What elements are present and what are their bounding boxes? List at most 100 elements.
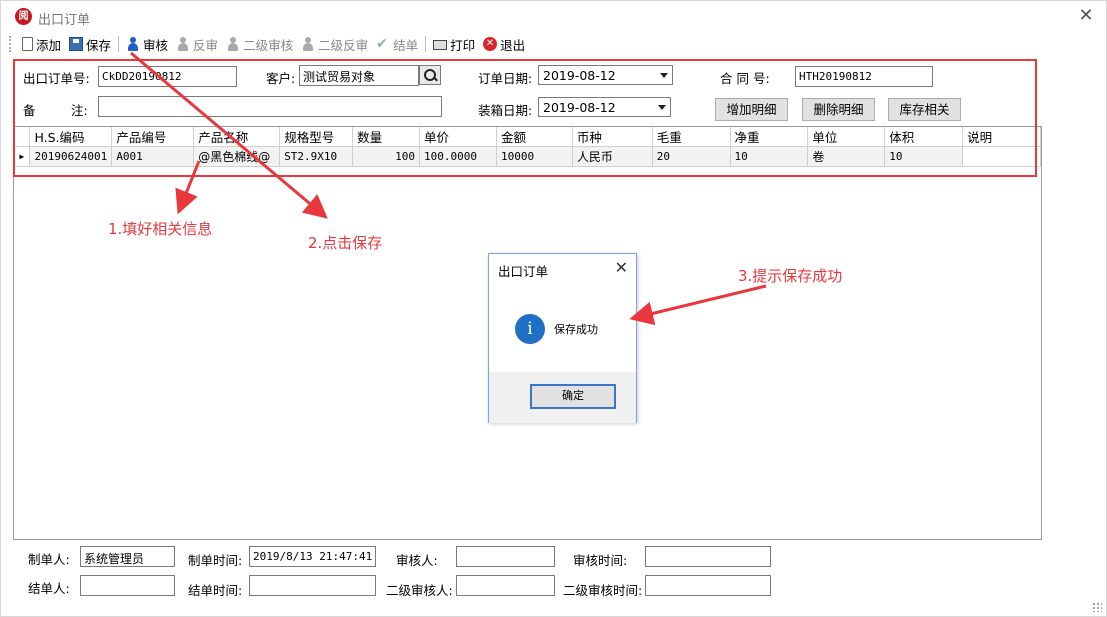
table-cell[interactable]: @黑色棉线@ (193, 146, 281, 167)
window-title: 出口订单 (38, 13, 91, 28)
remark-input[interactable] (98, 96, 442, 117)
row-header-corner (14, 127, 31, 147)
order-date-label: 订单日期: (478, 71, 533, 86)
save-success-dialog: 出口订单 ✕ i 保存成功 确定 (488, 253, 637, 423)
column-header[interactable]: 金额 (496, 127, 573, 147)
table-cell[interactable] (962, 146, 1041, 167)
resize-grip[interactable] (1092, 602, 1102, 612)
column-header[interactable]: 单价 (419, 127, 497, 147)
unaudit-label: 反审 (193, 37, 219, 53)
table-cell[interactable]: 人民币 (572, 146, 653, 167)
checkmark-icon: ✔ (376, 36, 388, 52)
auditor-input[interactable] (456, 546, 555, 567)
toolbar-grip[interactable] (9, 36, 12, 52)
info-icon: i (515, 314, 545, 344)
detail-table: H.S.编码 产品编号 产品名称 规格型号 数量 单价 金额 币种 毛重 净重 单位 体积 说明 ▶ 20… (14, 127, 1041, 167)
table-cell[interactable]: 20 (652, 146, 731, 167)
save-button[interactable]: 保存 (65, 33, 115, 55)
order-date-value: 2019-08-12 (543, 68, 616, 83)
user-icon (176, 37, 190, 51)
add-label: 添加 (36, 37, 62, 53)
column-header[interactable]: 币种 (572, 127, 653, 147)
table-cell[interactable]: 卷 (807, 146, 886, 167)
audit-button[interactable]: 审核 (122, 33, 172, 55)
order-date-picker[interactable]: 2019-08-12 (538, 65, 673, 85)
column-header[interactable]: H.S.编码 (29, 127, 113, 147)
column-header[interactable]: 产品名称 (193, 127, 281, 147)
contract-input[interactable]: HTH20190812 (795, 66, 933, 87)
floppy-disk-icon (69, 37, 84, 51)
add-button[interactable]: 添加 (18, 33, 65, 55)
table-row[interactable]: ▶ 20190624001 A001 @黑色棉线@ ST2.9X10 100 100.000… (14, 146, 1041, 167)
stock-button[interactable]: 库存相关 (888, 98, 961, 121)
table-cell[interactable]: 10 (730, 146, 809, 167)
column-header[interactable]: 规格型号 (279, 127, 354, 147)
remark-label-2: 注: (71, 103, 88, 118)
make-time-label: 制单时间: (188, 553, 243, 568)
column-header[interactable]: 数量 (352, 127, 421, 147)
closer-input[interactable] (80, 575, 175, 596)
add-detail-button[interactable]: 增加明细 (715, 98, 788, 121)
closer-label: 结单人: (28, 581, 70, 596)
close-order-button[interactable]: ✔ 结单 (372, 33, 422, 55)
audit2-time-input[interactable] (645, 575, 771, 596)
annotation-step2: 2.点击保存 (308, 234, 383, 252)
column-header[interactable]: 体积 (884, 127, 964, 147)
column-header[interactable]: 产品编号 (111, 127, 195, 147)
table-cell[interactable]: 100 (352, 146, 421, 167)
exit-button[interactable]: ✕ 退出 (479, 33, 529, 55)
column-header[interactable]: 净重 (730, 127, 809, 147)
audit2-time-label: 二级审核时间: (563, 583, 643, 598)
column-header[interactable]: 单位 (807, 127, 886, 147)
delete-detail-button[interactable]: 删除明细 (802, 98, 875, 121)
table-cell[interactable]: 10000 (496, 146, 573, 167)
contract-label: 合 同 号: (720, 71, 770, 86)
chevron-down-icon (658, 105, 666, 110)
grid-header-row: H.S.编码 产品编号 产品名称 规格型号 数量 单价 金额 币种 毛重 净重 单位 体积 说明 (14, 127, 1041, 147)
table-cell[interactable]: 10 (884, 146, 964, 167)
exit-icon: ✕ (483, 37, 498, 51)
user-icon (226, 37, 240, 51)
audit-label: 审核 (143, 37, 169, 53)
dialog-footer: 确定 (489, 372, 636, 423)
window-close-button[interactable]: ✕ (1076, 6, 1096, 26)
make-time-input[interactable]: 2019/8/13 21:47:41 (249, 546, 376, 567)
column-header[interactable]: 说明 (962, 127, 1041, 147)
close-time-input[interactable] (249, 575, 376, 596)
table-cell[interactable]: ST2.9X10 (279, 146, 354, 167)
new-document-icon (22, 37, 33, 51)
pack-date-value: 2019-08-12 (543, 100, 616, 115)
audit2-button[interactable]: 二级审核 (222, 33, 297, 55)
table-cell[interactable]: A001 (111, 146, 195, 167)
save-label: 保存 (86, 37, 112, 53)
table-cell[interactable]: 20190624001 (29, 146, 113, 167)
dialog-close-button[interactable]: ✕ (615, 258, 628, 277)
maker-label: 制单人: (28, 552, 70, 567)
user-icon (301, 37, 315, 51)
audit-time-label: 审核时间: (573, 553, 628, 568)
unaudit2-button[interactable]: 二级反审 (297, 33, 372, 55)
customer-search-icon[interactable] (419, 65, 441, 85)
pack-date-picker[interactable]: 2019-08-12 (538, 97, 671, 117)
print-button[interactable]: 打印 (429, 33, 479, 55)
printer-icon (433, 40, 448, 50)
table-cell[interactable]: 100.0000 (419, 146, 497, 167)
export-order-window: 阅 出口订单 ✕ 添加 保存 审核 反审 二级审核 二级反审 ✔ 结单 打印 ✕… (0, 0, 1107, 617)
maker-input[interactable]: 系统管理员 (80, 546, 175, 567)
order-no-input[interactable]: CkDD20190812 (98, 66, 237, 87)
audit-time-input[interactable] (645, 546, 771, 567)
close-order-label: 结单 (393, 37, 419, 53)
customer-input[interactable]: 测试贸易对象 (299, 65, 419, 86)
exit-label: 退出 (500, 37, 526, 53)
auditor2-input[interactable] (456, 575, 555, 596)
unaudit-button[interactable]: 反审 (172, 33, 222, 55)
column-header[interactable]: 毛重 (652, 127, 731, 147)
toolbar-separator (425, 36, 427, 52)
auditor-label: 审核人: (396, 553, 438, 568)
dialog-title: 出口订单 (498, 264, 549, 279)
dialog-ok-button[interactable]: 确定 (530, 384, 616, 409)
order-no-label: 出口订单号: (23, 71, 90, 86)
audit2-label: 二级审核 (243, 37, 294, 53)
row-selector-icon[interactable]: ▶ (14, 146, 31, 167)
remark-label-1: 备 (23, 103, 36, 118)
